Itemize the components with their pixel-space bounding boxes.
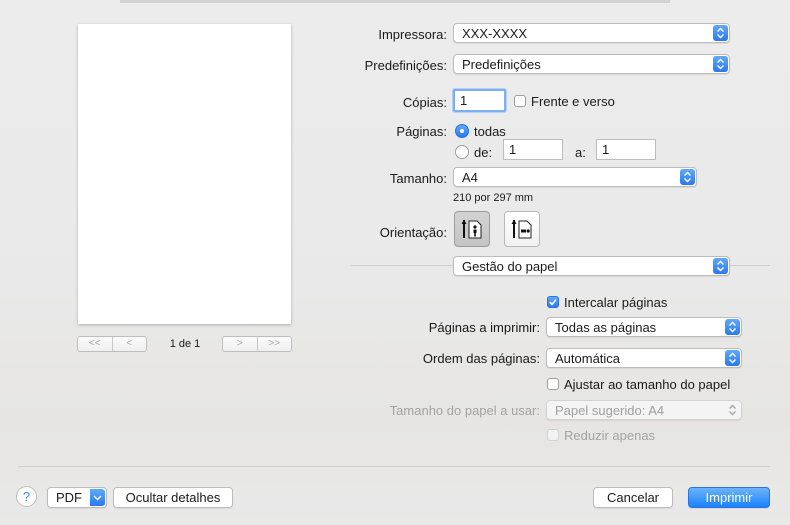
copies-label: Cópias: (402, 95, 447, 110)
scale-to-fit-checkbox[interactable] (547, 378, 559, 390)
print-preview-page (78, 24, 291, 324)
pages-from-value: 1 (509, 142, 517, 157)
help-button[interactable]: ? (16, 486, 37, 507)
pages-to-field[interactable]: 1 (596, 139, 656, 160)
chevron-updown-icon (680, 169, 695, 185)
orientation-label: Orientação: (379, 225, 447, 240)
pages-all-label: todas (474, 124, 506, 139)
printer-label: Impressora: (378, 27, 447, 42)
page-order-popup[interactable]: Automática (546, 348, 742, 368)
scale-to-fit-label: Ajustar ao tamanho do papel (564, 377, 731, 392)
copies-field[interactable]: 1 (453, 89, 506, 112)
chevron-updown-icon (725, 350, 740, 366)
scale-down-only-label: Reduzir apenas (564, 428, 656, 443)
portrait-orientation-icon (461, 219, 482, 239)
chevron-updown-icon (725, 402, 740, 418)
destination-paper-label: Tamanho do papel a usar: (389, 403, 540, 418)
hide-details-button[interactable]: Ocultar detalhes (113, 487, 233, 508)
previous-page-button[interactable]: < (111, 337, 147, 351)
page-order-label: Ordem das páginas: (422, 351, 540, 366)
two-sided-checkbox[interactable] (514, 95, 526, 107)
pages-to-label: a: (575, 145, 586, 160)
paper-size-label: Tamanho: (389, 171, 447, 186)
pages-from-label: de: (474, 145, 493, 160)
print-button[interactable]: Imprimir (688, 487, 770, 508)
landscape-orientation-icon (511, 219, 532, 239)
next-page-button[interactable]: > (223, 337, 257, 351)
pdf-label: PDF (56, 490, 82, 505)
pages-all-radio[interactable] (455, 124, 469, 138)
pages-to-value: 1 (602, 142, 610, 157)
destination-paper-value: Papel sugerido: A4 (555, 403, 665, 418)
pages-label: Páginas: (396, 124, 447, 139)
destination-paper-popup[interactable]: Papel sugerido: A4 (546, 400, 742, 420)
copies-value: 1 (460, 93, 468, 108)
checkmark-icon (549, 299, 557, 306)
page-count-label: 1 de 1 (169, 338, 201, 350)
collate-checkbox[interactable] (547, 296, 559, 308)
landscape-button[interactable] (504, 211, 540, 247)
help-icon: ? (22, 489, 31, 504)
portrait-button[interactable] (454, 211, 490, 247)
printer-value: XXX-XXXX (462, 26, 528, 41)
pdf-menu-button[interactable]: PDF (47, 487, 107, 508)
collate-label: Intercalar páginas (564, 295, 668, 310)
two-sided-label: Frente e verso (531, 94, 615, 109)
paper-dimensions: 210 por 297 mm (453, 192, 534, 204)
pages-range-radio[interactable] (455, 145, 469, 159)
pages-to-print-popup[interactable]: Todas as páginas (546, 317, 742, 337)
printer-popup[interactable]: XXX-XXXX (453, 23, 730, 43)
window-top-edge (120, 0, 670, 3)
presets-popup[interactable]: Predefinições (453, 54, 730, 74)
page-order-value: Automática (555, 351, 621, 366)
chevron-updown-icon (713, 56, 728, 72)
cancel-button[interactable]: Cancelar (593, 487, 673, 508)
section-value: Gestão do papel (462, 259, 558, 274)
chevron-updown-icon (725, 319, 740, 335)
preview-back-nav: << < (77, 336, 147, 352)
paper-size-popup[interactable]: A4 (453, 167, 697, 187)
pages-from-field[interactable]: 1 (503, 139, 563, 160)
chevron-down-icon (90, 489, 105, 506)
presets-label: Predefinições: (364, 58, 447, 73)
pages-to-print-value: Todas as páginas (555, 320, 657, 335)
chevron-updown-icon (713, 25, 728, 41)
preview-forward-nav: > >> (222, 336, 292, 352)
chevron-updown-icon (713, 258, 728, 274)
first-page-button[interactable]: << (78, 337, 112, 351)
section-popup[interactable]: Gestão do papel (453, 256, 730, 276)
scale-down-only-checkbox[interactable] (547, 429, 559, 441)
presets-value: Predefinições (462, 57, 541, 72)
pages-to-print-label: Páginas a imprimir: (428, 320, 540, 335)
last-page-button[interactable]: >> (256, 337, 292, 351)
footer-separator (18, 466, 770, 467)
paper-size-value: A4 (462, 170, 478, 185)
